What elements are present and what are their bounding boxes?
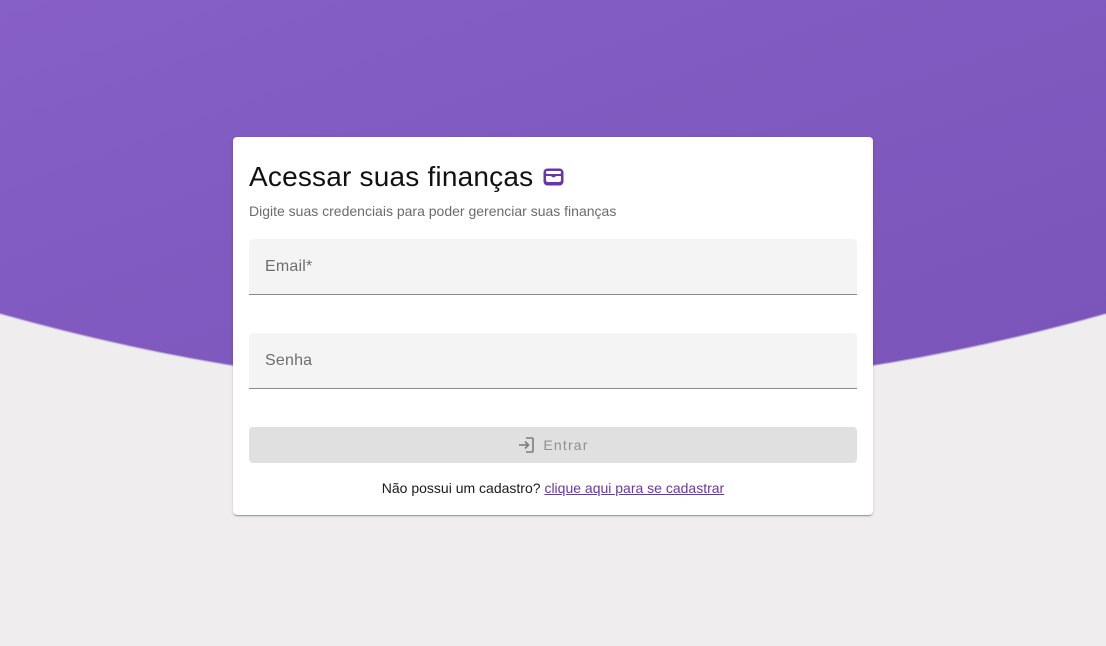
- title-row: Acessar suas finanças: [249, 159, 564, 195]
- email-input[interactable]: [265, 257, 839, 281]
- page-title: Acessar suas finanças: [249, 161, 534, 192]
- page-subtitle: Digite suas credenciais para poder geren…: [249, 203, 617, 219]
- password-input[interactable]: [265, 351, 839, 375]
- signup-link[interactable]: clique aqui para se cadastrar: [544, 480, 724, 496]
- email-field[interactable]: Email*: [249, 239, 857, 295]
- signup-prompt: Não possui um cadastro? clique aqui para…: [233, 480, 873, 496]
- login-button[interactable]: Entrar: [249, 427, 857, 463]
- login-card: Acessar suas finanças Digite suas creden…: [233, 137, 873, 515]
- login-button-label: Entrar: [543, 437, 589, 453]
- signup-prompt-text: Não possui um cadastro?: [381, 480, 541, 496]
- wallet-icon: [543, 168, 564, 186]
- login-icon: [519, 437, 535, 453]
- password-field[interactable]: Senha: [249, 333, 857, 389]
